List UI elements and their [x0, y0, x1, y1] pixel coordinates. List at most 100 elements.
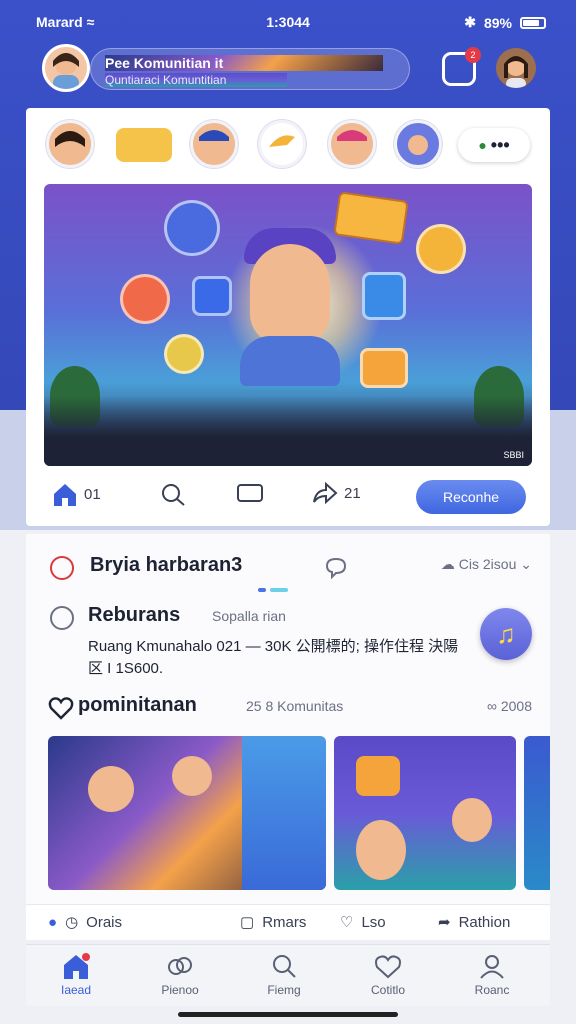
- app-bubble-icon: [120, 274, 170, 324]
- stories-row: ● •••: [46, 120, 536, 170]
- hero-image[interactable]: SBBI: [44, 184, 532, 466]
- recommend-button[interactable]: Reconhe: [416, 480, 526, 514]
- tile-character: [172, 756, 212, 796]
- community-meta-text: 2008: [500, 698, 532, 714]
- secondary-avatar[interactable]: [496, 48, 536, 88]
- share-arrow-icon: ➦: [438, 914, 451, 931]
- quick-action-3[interactable]: ♡ Lso: [340, 913, 386, 932]
- community-icon: [168, 957, 192, 975]
- story-avatar-1[interactable]: [46, 120, 94, 168]
- shield-heart-icon: [375, 955, 401, 979]
- stories-more-button[interactable]: ● •••: [458, 128, 530, 162]
- quick-action-4[interactable]: ➦ Rathion: [438, 913, 511, 932]
- profile-avatar[interactable]: [42, 44, 90, 92]
- music-note-button[interactable]: ♫: [480, 608, 532, 660]
- tile-side-panel: [242, 736, 326, 890]
- story-face-icon: [199, 130, 229, 141]
- tab-favorites-label: Cotitlo: [370, 983, 405, 997]
- community-meta[interactable]: ∞ 2008: [487, 698, 532, 714]
- community-count: 25 8 Komunitas: [246, 698, 344, 714]
- people-icon: ●: [48, 913, 58, 931]
- status-bar: Marard ≈ 1:3044 ✱ 89%: [0, 12, 576, 34]
- notification-button[interactable]: 2: [442, 47, 481, 86]
- more-dots: •••: [490, 134, 510, 155]
- tab-profile-label: Roanc: [474, 983, 510, 997]
- bottom-tab-bar: Iaead Pienoo Fiemg Cotitlo Roanc: [26, 944, 550, 1006]
- header-title: Pee Komunitian it: [105, 55, 383, 71]
- section-meta[interactable]: ☁ Cis 2isou ⌄: [441, 556, 532, 573]
- share-action[interactable]: 21: [312, 482, 361, 504]
- comment-icon: [237, 484, 263, 502]
- search-icon: [273, 955, 296, 978]
- music-bubble-icon: [416, 224, 466, 274]
- tile-character: [452, 798, 492, 842]
- profile-face-icon: [53, 53, 79, 89]
- story-sticker-1[interactable]: [116, 128, 172, 162]
- hero-character-body: [240, 336, 340, 386]
- tab-favorites[interactable]: Cotitlo: [348, 953, 428, 997]
- post-actions: 01 21 Reconhe: [44, 478, 532, 514]
- story-avatar-5[interactable]: [394, 120, 442, 168]
- chevron-down-icon: ⌄: [520, 556, 532, 572]
- search-action[interactable]: [160, 482, 186, 506]
- battery-percent: 89%: [483, 14, 512, 31]
- post-item[interactable]: Reburans Sopalla rian Ruang Kmunahalo 02…: [48, 602, 532, 682]
- app-header: Pee Komunitian it Quntiaraci Komuntitian…: [40, 44, 536, 96]
- story-bird-icon: [269, 135, 295, 147]
- square-icon: ▢: [240, 914, 255, 931]
- user-icon: [480, 955, 504, 979]
- gallery-tile[interactable]: [334, 736, 516, 890]
- quick-action-3-label: Lso: [361, 913, 386, 931]
- heart-badge-icon: [50, 556, 74, 580]
- hero-character: [250, 244, 330, 344]
- story-face-icon: [337, 130, 367, 141]
- post-body: Ruang Kmunahalo 021 — 30K 公開標的; 操作住程 決陽区…: [88, 638, 459, 677]
- tab-explore[interactable]: Pienoo: [140, 953, 220, 997]
- story-avatar-4[interactable]: [328, 120, 376, 168]
- like-count: 01: [84, 485, 101, 503]
- quick-action-4-label: Rathion: [458, 913, 511, 931]
- story-avatar-2[interactable]: [190, 120, 238, 168]
- app-bubble-icon: [360, 348, 408, 388]
- quick-action-1[interactable]: ● ◷ Orais: [48, 913, 122, 932]
- chat-bubble-icon[interactable]: [324, 556, 348, 580]
- tab-profile[interactable]: Roanc: [452, 953, 532, 997]
- status-right: ✱ 89%: [464, 14, 546, 31]
- link-icon: ∞: [486, 698, 497, 714]
- app-bubble-icon: [164, 334, 204, 374]
- story-face-icon: [55, 131, 85, 147]
- clock-icon: [50, 606, 74, 630]
- share-icon: [313, 482, 338, 504]
- battery-icon: [520, 16, 546, 29]
- header-subtitle: Quntiaraci Komuntitian: [105, 73, 287, 87]
- tab-explore-label: Pienoo: [161, 983, 199, 997]
- heart-icon: [48, 697, 74, 720]
- quick-action-1-label: Orais: [86, 913, 122, 931]
- comment-action[interactable]: [236, 482, 264, 504]
- hero-watermark: SBBI: [503, 450, 524, 460]
- story-face-icon: [408, 135, 428, 155]
- section-title: Bryia harbaran3: [90, 554, 243, 576]
- app-bubble-icon: [362, 272, 406, 320]
- gallery-tile[interactable]: [48, 736, 326, 890]
- quick-action-bar: ● ◷ Orais ▢ Rmars ♡ Lso ➦ Rathion: [26, 904, 550, 940]
- community-header: pominitanan 25 8 Komunitas ∞ 2008: [48, 694, 532, 724]
- quick-action-2[interactable]: ▢ Rmars: [240, 913, 306, 932]
- carousel-indicator: [258, 588, 288, 592]
- share-count: 21: [344, 484, 361, 502]
- notification-badge: 2: [465, 47, 481, 63]
- gallery-tile[interactable]: [524, 736, 550, 890]
- featured-card: ● ••• SBBI 01 21 Reconhe: [26, 108, 550, 526]
- like-action[interactable]: 01: [52, 482, 101, 506]
- app-bubble-icon: [164, 200, 220, 256]
- tab-search[interactable]: Fiemg: [244, 953, 324, 997]
- story-avatar-3[interactable]: [258, 120, 306, 168]
- community-search-pill[interactable]: Pee Komunitian it Quntiaraci Komuntitian: [90, 48, 410, 90]
- tab-search-label: Fiemg: [267, 983, 301, 997]
- home-icon: [54, 484, 76, 506]
- tab-home[interactable]: Iaead: [36, 953, 116, 997]
- tile-app-icon: [356, 756, 400, 796]
- user-face-icon: [504, 56, 528, 88]
- tile-character: [88, 766, 134, 812]
- hero-crowd: [44, 396, 532, 466]
